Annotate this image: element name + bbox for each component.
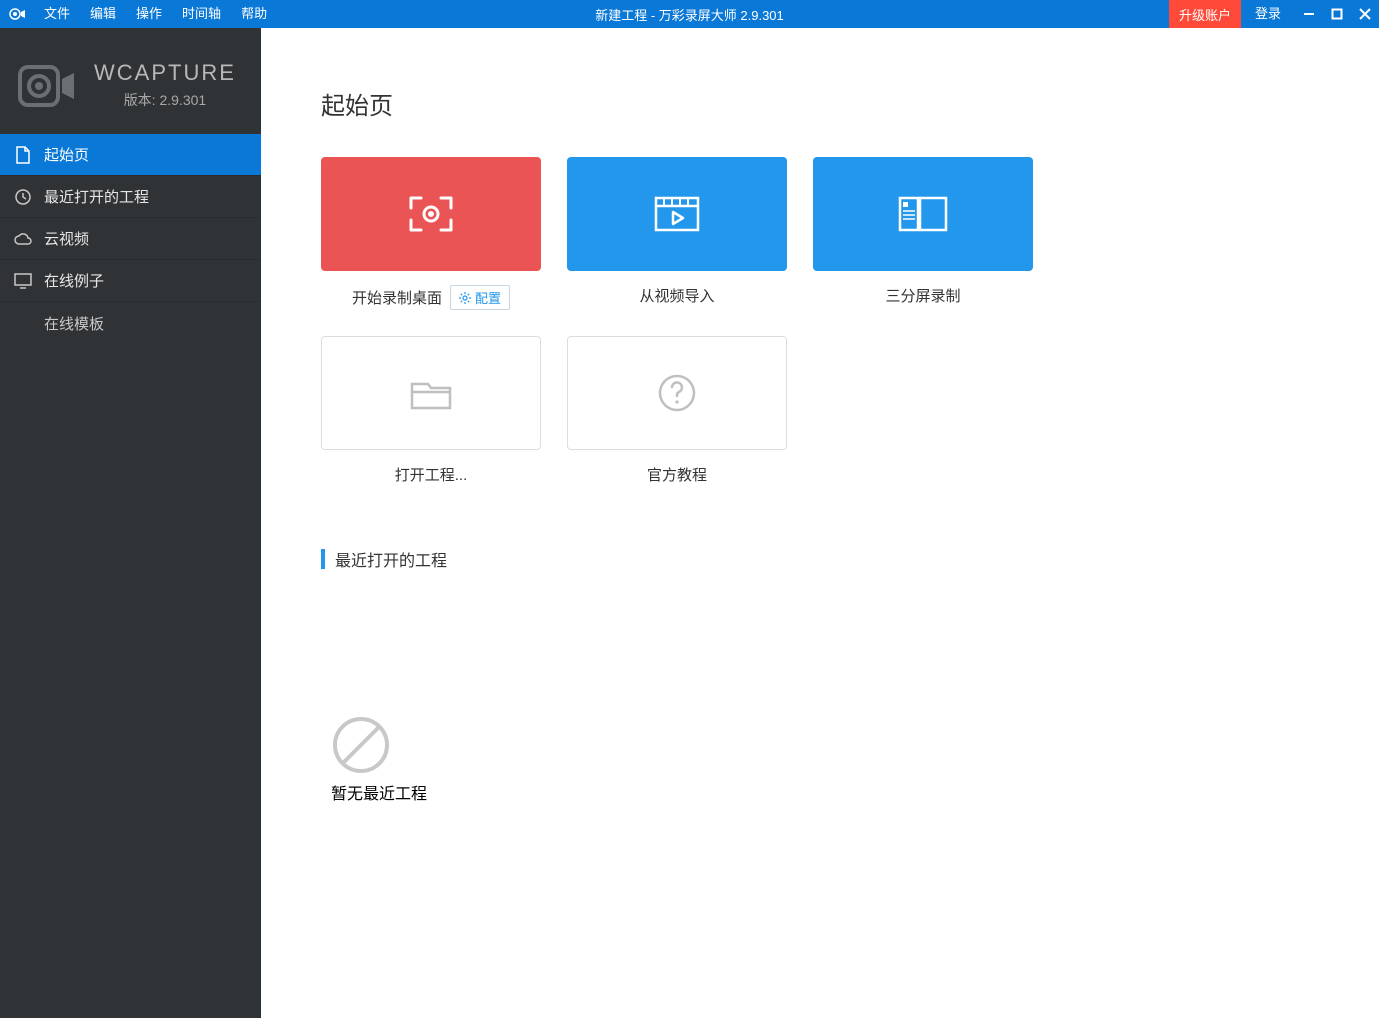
page-icon [14,146,32,164]
empty-cloud-bg [331,595,701,715]
tile-label: 打开工程... [395,464,468,485]
menu-timeline[interactable]: 时间轴 [172,0,231,28]
login-button[interactable]: 登录 [1241,0,1295,28]
empty-state: 暂无最近工程 [331,595,701,775]
tile-tutorial[interactable] [567,336,787,450]
close-button[interactable] [1351,0,1379,28]
tile-label: 从视频导入 [639,285,714,306]
cloud-icon [14,230,32,248]
tiles-grid: 开始录制桌面 配置 [321,157,1081,485]
brand-block: WCAPTURE 版本: 2.9.301 [0,28,261,130]
tile-label: 开始录制桌面 [352,287,442,308]
sidebar-item-label: 起始页 [44,144,89,165]
section-accent-bar [321,549,325,569]
sidebar-item-label: 在线例子 [44,270,104,291]
menu-bar: 文件 编辑 操作 时间轴 帮助 [34,0,277,28]
sidebar-item-label: 在线模板 [44,313,104,334]
menu-action[interactable]: 操作 [126,0,172,28]
tile-open-project[interactable] [321,336,541,450]
sidebar-item-label: 最近打开的工程 [44,186,149,207]
maximize-button[interactable] [1323,0,1351,28]
tile-label: 三分屏录制 [885,285,960,306]
menu-file[interactable]: 文件 [34,0,80,28]
menu-help[interactable]: 帮助 [231,0,277,28]
section-title: 最近打开的工程 [335,547,447,571]
empty-text: 暂无最近工程 [331,780,701,804]
sidebar-item-examples[interactable]: 在线例子 [0,260,261,302]
upgrade-button[interactable]: 升级账户 [1169,0,1241,28]
sidebar-item-start[interactable]: 起始页 [0,134,261,176]
config-button[interactable]: 配置 [450,285,510,310]
sidebar-item-label: 云视频 [44,228,89,249]
brand-icon [16,58,80,112]
sidebar-item-templates[interactable]: 在线模板 [0,302,261,344]
brand-name: WCAPTURE [94,60,236,86]
window-title: 新建工程 - 万彩录屏大师 2.9.301 [595,5,784,24]
tile-record-desktop[interactable] [321,157,541,271]
page-title: 起始页 [321,86,1379,121]
titlebar: 文件 编辑 操作 时间轴 帮助 新建工程 - 万彩录屏大师 2.9.301 升级… [0,0,1379,28]
gear-icon [459,292,471,304]
tile-import-video[interactable] [567,157,787,271]
tile-triple-screen[interactable] [813,157,1033,271]
app-icon [6,5,30,23]
main-content: 起始页 开始录制桌面 配置 [261,28,1379,1018]
sidebar-nav: 起始页 最近打开的工程 云视频 在线例子 在线模板 [0,134,261,344]
monitor-icon [14,272,32,290]
sidebar: WCAPTURE 版本: 2.9.301 起始页 最近打开的工程 [0,28,261,1018]
minimize-button[interactable] [1295,0,1323,28]
sidebar-item-recent[interactable]: 最近打开的工程 [0,176,261,218]
clock-icon [14,188,32,206]
sidebar-item-cloud[interactable]: 云视频 [0,218,261,260]
brand-version: 版本: 2.9.301 [94,90,236,110]
forbidden-icon [331,715,391,775]
recent-section-header: 最近打开的工程 [321,547,1379,571]
menu-edit[interactable]: 编辑 [80,0,126,28]
tile-label: 官方教程 [647,464,707,485]
